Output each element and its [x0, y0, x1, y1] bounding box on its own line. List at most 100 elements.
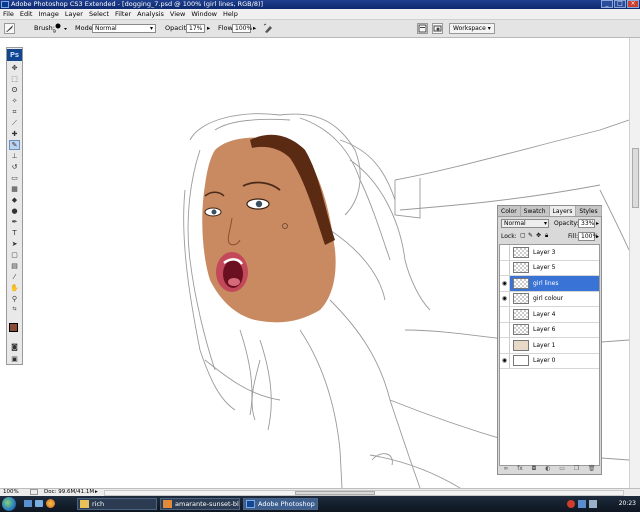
- brushes-palette-button[interactable]: [417, 23, 428, 34]
- vertical-scrollbar[interactable]: [629, 38, 640, 488]
- opacity-arrow-icon[interactable]: ▸: [207, 24, 210, 32]
- layer-row-layer-1[interactable]: Layer 1: [500, 337, 599, 354]
- zoom-tool-icon[interactable]: ⚲: [9, 294, 20, 304]
- layer-opacity-input[interactable]: 33%: [578, 219, 595, 228]
- network-icon[interactable]: [578, 500, 586, 508]
- visibility-toggle[interactable]: [500, 322, 510, 338]
- horizontal-scroll-thumb[interactable]: [295, 491, 375, 495]
- lock-pixels-icon[interactable]: ✎: [528, 232, 533, 239]
- blur-tool-icon[interactable]: ◆: [9, 195, 20, 205]
- crop-tool-icon[interactable]: ⌗: [9, 107, 20, 117]
- task-amarante[interactable]: amarante-sunset-bl...: [160, 498, 240, 510]
- screen-mode-icon[interactable]: ▣: [9, 354, 20, 364]
- dodge-tool-icon[interactable]: ●: [9, 206, 20, 216]
- clock[interactable]: 20:23: [619, 500, 636, 507]
- mode-select[interactable]: Normal ▾: [92, 24, 156, 33]
- foreground-color-swatch[interactable]: [9, 323, 18, 332]
- type-tool-icon[interactable]: T: [9, 228, 20, 238]
- eye-icon[interactable]: ◉: [500, 275, 510, 291]
- menu-view[interactable]: View: [170, 10, 185, 18]
- minimize-button[interactable]: _: [601, 0, 613, 8]
- layer-row-layer-5[interactable]: Layer 5: [500, 260, 599, 276]
- task-photoshop[interactable]: Adobe Photoshop C...: [243, 498, 318, 510]
- volume-icon[interactable]: [589, 500, 597, 508]
- visibility-toggle[interactable]: [500, 306, 510, 322]
- brush-picker[interactable]: [54, 22, 68, 36]
- menu-window[interactable]: Window: [191, 10, 217, 18]
- firefox-icon[interactable]: [46, 499, 55, 508]
- tab-swatch[interactable]: Swatch: [521, 206, 550, 216]
- brush-tool-icon[interactable]: ✎: [9, 140, 20, 150]
- blend-mode-select[interactable]: Normal ▾: [501, 219, 549, 228]
- visibility-toggle[interactable]: [500, 244, 510, 260]
- show-desktop-icon[interactable]: [24, 500, 32, 507]
- layer-row-girl-colour[interactable]: ◉ girl colour: [500, 291, 599, 307]
- start-button[interactable]: [2, 497, 16, 511]
- marquee-tool-icon[interactable]: ⬚: [9, 74, 20, 84]
- maximize-button[interactable]: □: [614, 0, 626, 8]
- tab-styles[interactable]: Styles: [576, 206, 602, 216]
- hand-tool-icon[interactable]: ✋: [9, 283, 20, 293]
- move-tool-icon[interactable]: ✥: [9, 63, 20, 73]
- layer-row-layer-3[interactable]: Layer 3: [500, 244, 599, 261]
- menu-file[interactable]: File: [3, 10, 14, 18]
- eyedropper-tool-icon[interactable]: ⁄: [9, 272, 20, 282]
- task-rich[interactable]: rich: [77, 498, 157, 510]
- vertical-scroll-thumb[interactable]: [632, 148, 639, 208]
- tool-preset-button[interactable]: [4, 23, 15, 34]
- eraser-tool-icon[interactable]: ▭: [9, 173, 20, 183]
- layer-row-layer-6[interactable]: Layer 6: [500, 322, 599, 338]
- eye-icon[interactable]: ◉: [500, 291, 510, 307]
- swap-colors-icon[interactable]: ⇆: [9, 305, 20, 313]
- slice-tool-icon[interactable]: ⟋: [9, 118, 20, 128]
- adjustment-layer-icon[interactable]: ◐: [545, 465, 550, 473]
- visibility-toggle[interactable]: [500, 337, 510, 353]
- menu-filter[interactable]: Filter: [115, 10, 131, 18]
- fx-icon[interactable]: fx: [517, 465, 523, 473]
- shape-tool-icon[interactable]: ▢: [9, 250, 20, 260]
- gradient-tool-icon[interactable]: ▦: [9, 184, 20, 194]
- lock-position-icon[interactable]: ✥: [536, 232, 541, 239]
- fill-arrow-icon[interactable]: ▸: [596, 233, 599, 240]
- tab-layers[interactable]: Layers: [549, 206, 577, 216]
- new-layer-icon[interactable]: ❐: [574, 465, 579, 473]
- pen-tool-icon[interactable]: ✒: [9, 217, 20, 227]
- layer-row-girl-lines[interactable]: ◉ girl lines: [500, 275, 599, 292]
- link-layers-icon[interactable]: ∞: [503, 465, 508, 473]
- menu-analysis[interactable]: Analysis: [137, 10, 164, 18]
- quick-mask-icon[interactable]: ◙: [9, 342, 20, 352]
- eye-icon[interactable]: ◉: [500, 353, 510, 369]
- clone-stamp-tool-icon[interactable]: ⊥: [9, 151, 20, 161]
- history-brush-tool-icon[interactable]: ↺: [9, 162, 20, 172]
- mask-icon[interactable]: ◘: [532, 465, 537, 473]
- path-selection-tool-icon[interactable]: ➤: [9, 239, 20, 249]
- flow-arrow-icon[interactable]: ▸: [253, 24, 256, 32]
- switch-windows-icon[interactable]: [35, 500, 43, 507]
- lock-transparency-icon[interactable]: ▢: [520, 232, 526, 239]
- zoom-level[interactable]: 100%: [3, 489, 19, 496]
- visibility-toggle[interactable]: [500, 260, 510, 276]
- magic-wand-tool-icon[interactable]: ✧: [9, 96, 20, 106]
- menu-image[interactable]: Image: [38, 10, 58, 18]
- menu-edit[interactable]: Edit: [20, 10, 33, 18]
- flow-input[interactable]: 100%: [232, 24, 252, 33]
- tab-color[interactable]: Color: [498, 206, 521, 216]
- workspace-menu[interactable]: Workspace ▾: [449, 23, 495, 34]
- menu-layer[interactable]: Layer: [65, 10, 83, 18]
- trash-icon[interactable]: 🗑︎: [588, 465, 596, 473]
- close-button[interactable]: ×: [627, 0, 639, 8]
- layer-row-layer-0[interactable]: ◉ Layer 0: [500, 353, 599, 369]
- healing-brush-tool-icon[interactable]: ✚: [9, 129, 20, 139]
- airbrush-button[interactable]: [263, 23, 273, 36]
- layer-opacity-arrow-icon[interactable]: ▸: [596, 220, 599, 227]
- lasso-tool-icon[interactable]: ʘ: [9, 85, 20, 95]
- fill-input[interactable]: 100%: [578, 232, 598, 241]
- lock-all-icon[interactable]: 🔒︎: [545, 232, 548, 240]
- tray-icon[interactable]: [567, 500, 575, 508]
- layer-row-layer-4[interactable]: Layer 4: [500, 306, 599, 323]
- group-folder-icon[interactable]: ▭: [559, 465, 565, 473]
- status-arrow-icon[interactable]: ▸: [95, 489, 98, 496]
- notes-tool-icon[interactable]: ▤: [9, 261, 20, 271]
- bridge-button[interactable]: [432, 23, 443, 34]
- opacity-input[interactable]: 17%: [186, 24, 205, 33]
